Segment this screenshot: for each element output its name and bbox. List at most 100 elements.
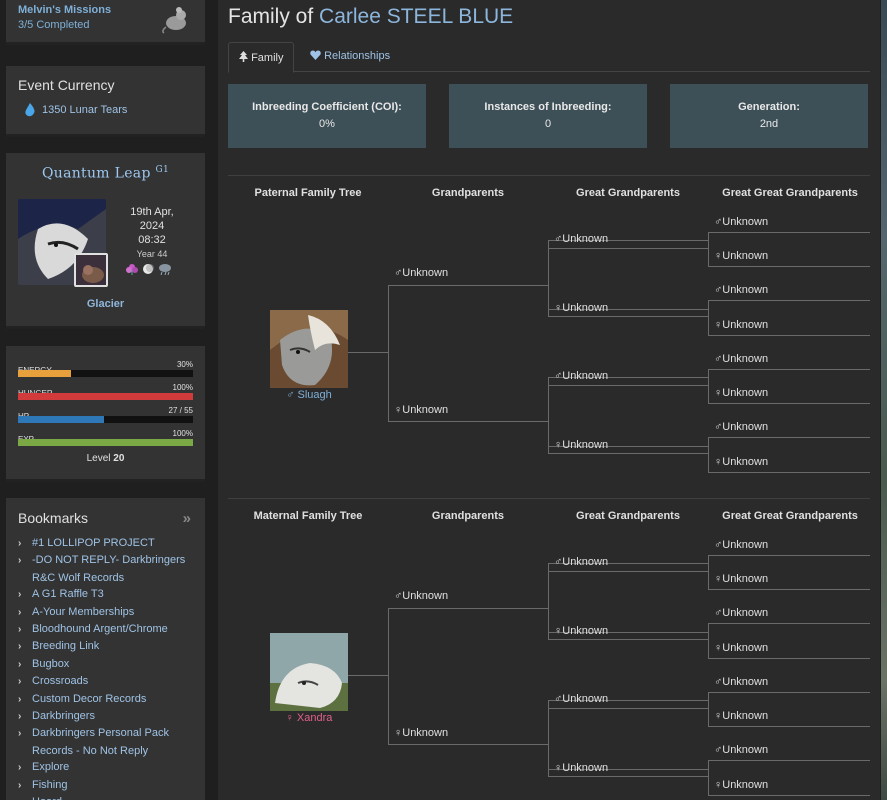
- event-currency-title: Event Currency: [18, 77, 115, 93]
- tree-connector-line: [708, 760, 709, 795]
- tree-column-header: Great Grandparents: [576, 510, 680, 522]
- unknown-male-ancestor[interactable]: ♂Unknown: [554, 233, 608, 245]
- parent-portrait[interactable]: [270, 633, 348, 711]
- tree-connector-line: [708, 692, 870, 693]
- tree-connector-line: [708, 472, 870, 473]
- male-icon: ♂: [394, 590, 403, 602]
- tree-connector-line: [708, 726, 870, 727]
- bookmark-link[interactable]: › Bloodhound Argent/Chrome: [18, 621, 193, 638]
- bookmark-link[interactable]: › Crossroads: [18, 673, 193, 690]
- chevron-right-icon: ›: [18, 762, 22, 774]
- bookmark-link[interactable]: › A G1 Raffle T3: [18, 586, 193, 603]
- unknown-male-ancestor[interactable]: ♂Unknown: [554, 370, 608, 382]
- profile-mood[interactable]: Glacier: [6, 298, 205, 310]
- bookmark-link[interactable]: › Fishing: [18, 777, 193, 794]
- tree-connector-line: [708, 760, 870, 761]
- male-icon: ♂: [394, 267, 403, 279]
- tree-connector-line: [708, 437, 709, 472]
- tree-connector-line: [708, 623, 870, 624]
- stat-value: 30%: [176, 360, 193, 369]
- tree-connector-line: [388, 285, 548, 286]
- bookmark-link[interactable]: › Bugbox: [18, 656, 193, 673]
- male-icon: ♂: [714, 284, 723, 296]
- bookmark-link[interactable]: › Darkbringers: [18, 708, 193, 725]
- companion-avatar[interactable]: [74, 253, 108, 287]
- unknown-male-ancestor[interactable]: ♂Unknown: [714, 676, 768, 688]
- bookmark-link[interactable]: › Custom Decor Records: [18, 691, 193, 708]
- parent-name-link[interactable]: ♀ Xandra: [269, 712, 349, 724]
- stat-energy: ENERGY30%: [18, 360, 193, 383]
- unknown-male-ancestor[interactable]: ♂Unknown: [394, 267, 448, 279]
- unknown-female-ancestor[interactable]: ♀Unknown: [714, 387, 768, 399]
- bookmark-link[interactable]: › Darkbringers Personal Pack Records - No…: [18, 725, 193, 759]
- unknown-male-ancestor[interactable]: ♂Unknown: [714, 353, 768, 365]
- bookmark-link[interactable]: › #1 LOLLIPOP PROJECT: [18, 535, 193, 552]
- parent-name-link[interactable]: ♂ Sluagh: [269, 389, 349, 401]
- female-icon: ♀: [714, 319, 723, 331]
- tree-connector-line: [708, 369, 870, 370]
- female-icon: ♀: [554, 625, 563, 637]
- unknown-female-ancestor[interactable]: ♀Unknown: [554, 302, 608, 314]
- unknown-male-ancestor[interactable]: ♂Unknown: [714, 284, 768, 296]
- chevron-right-icon: ›: [18, 555, 22, 567]
- bookmark-link[interactable]: › -DO NOT REPLY- Darkbringers R&C Wolf Re…: [18, 552, 193, 586]
- bookmark-link[interactable]: › Breeding Link: [18, 638, 193, 655]
- sidebar: Melvin's Missions 3/5 Completed Event Cu…: [0, 0, 212, 800]
- bookmarks-panel: Bookmarks » › #1 LOLLIPOP PROJECT › -DO NOT…: [6, 498, 205, 800]
- male-icon: ♂: [286, 389, 295, 401]
- tree-connector-line: [348, 675, 388, 676]
- unknown-female-ancestor[interactable]: ♀Unknown: [714, 573, 768, 585]
- unknown-female-ancestor[interactable]: ♀Unknown: [554, 625, 608, 637]
- tree-column-header: Great Grandparents: [576, 187, 680, 199]
- profile-name[interactable]: Quantum Leap G1: [6, 165, 205, 182]
- missions-panel[interactable]: Melvin's Missions 3/5 Completed: [6, 0, 205, 45]
- tree-connector-line: [708, 623, 709, 658]
- unknown-female-ancestor[interactable]: ♀Unknown: [714, 710, 768, 722]
- bookmark-link[interactable]: ›Hoard: [18, 794, 193, 800]
- unknown-male-ancestor[interactable]: ♂Unknown: [554, 556, 608, 568]
- bookmark-link[interactable]: › A-Your Memberships: [18, 604, 193, 621]
- tree-connector-line: [708, 437, 870, 438]
- tree-connector-line: [548, 248, 549, 317]
- unknown-male-ancestor[interactable]: ♂Unknown: [714, 421, 768, 433]
- unknown-male-ancestor[interactable]: ♂Unknown: [714, 744, 768, 756]
- tree-connector-line: [708, 266, 870, 267]
- female-icon: ♀: [714, 642, 723, 654]
- unknown-female-ancestor[interactable]: ♀Unknown: [554, 439, 608, 451]
- tree-connector-line: [548, 248, 708, 249]
- male-icon: ♂: [714, 539, 723, 551]
- unknown-female-ancestor[interactable]: ♀Unknown: [714, 456, 768, 468]
- tree-connector-line: [708, 232, 870, 233]
- male-icon: ♂: [714, 216, 723, 228]
- pet-name-link[interactable]: Carlee STEEL BLUE: [319, 5, 513, 28]
- tree-column-header: Grandparents: [431, 187, 505, 199]
- unknown-male-ancestor[interactable]: ♂Unknown: [714, 607, 768, 619]
- level-value: 20: [113, 453, 125, 464]
- unknown-female-ancestor[interactable]: ♀Unknown: [554, 762, 608, 774]
- unknown-female-ancestor[interactable]: ♀Unknown: [394, 404, 448, 416]
- unknown-female-ancestor[interactable]: ♀Unknown: [394, 727, 448, 739]
- male-icon: ♂: [554, 693, 563, 705]
- stat-value: 100%: [172, 429, 193, 438]
- unknown-male-ancestor[interactable]: ♂Unknown: [554, 693, 608, 705]
- bookmark-link[interactable]: › Explore: [18, 759, 193, 776]
- unknown-female-ancestor[interactable]: ♀Unknown: [714, 779, 768, 791]
- tab-relationships[interactable]: Relationships: [300, 42, 400, 73]
- unknown-male-ancestor[interactable]: ♂Unknown: [714, 216, 768, 228]
- unknown-male-ancestor[interactable]: ♂Unknown: [394, 590, 448, 602]
- unknown-female-ancestor[interactable]: ♀Unknown: [714, 319, 768, 331]
- tree-connector-line: [708, 555, 709, 589]
- tree-divider: [228, 175, 870, 176]
- collapse-bookmarks-icon[interactable]: »: [183, 510, 191, 527]
- stat-value: 100%: [172, 383, 193, 392]
- unknown-male-ancestor[interactable]: ♂Unknown: [714, 539, 768, 551]
- unknown-female-ancestor[interactable]: ♀Unknown: [714, 250, 768, 262]
- currency-value[interactable]: 1350 Lunar Tears: [42, 104, 127, 116]
- unknown-female-ancestor[interactable]: ♀Unknown: [714, 642, 768, 654]
- tree-column-header: Grandparents: [431, 510, 505, 522]
- chevron-right-icon: ›: [18, 676, 22, 688]
- tree-connector-line: [708, 795, 870, 796]
- female-icon: ♀: [714, 710, 723, 722]
- tab-family[interactable]: Family: [228, 42, 295, 73]
- parent-portrait[interactable]: [270, 310, 348, 388]
